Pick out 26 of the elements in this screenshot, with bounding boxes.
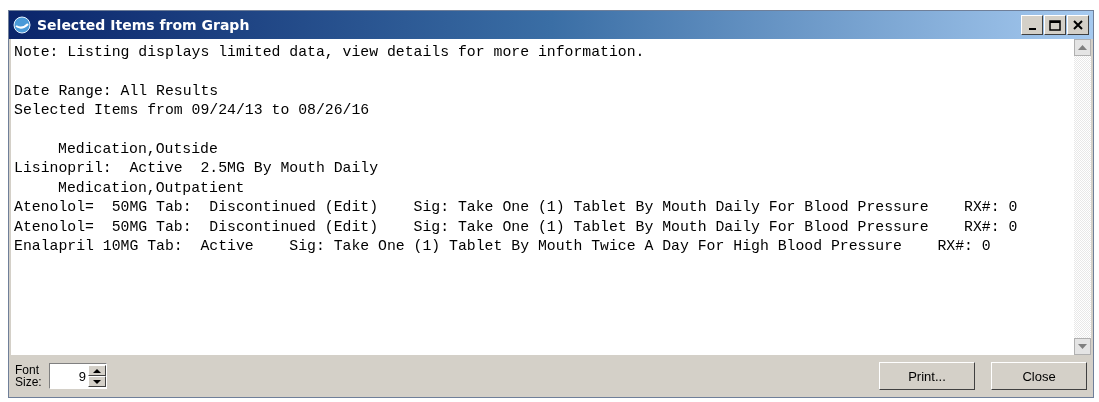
window-close-button[interactable] (1067, 15, 1089, 35)
scroll-up-icon[interactable] (1074, 39, 1091, 56)
close-button[interactable]: Close (991, 362, 1087, 390)
window-title: Selected Items from Graph (37, 17, 251, 33)
minimize-icon (1028, 28, 1036, 30)
spin-down-icon[interactable] (88, 376, 106, 387)
listing-line: Lisinopril: Active 2.5MG By Mouth Daily (14, 159, 380, 179)
font-size-spinner[interactable]: 9 (49, 363, 107, 389)
listing-line: Medication,Outpatient (57, 178, 246, 198)
app-globe-icon (13, 16, 31, 34)
listing-line: Date Range: All Results (14, 81, 220, 101)
listing-line: Enalapril 10MG Tab: Active Sig: Take One (1) Tablet By Mouth Twice A Day For High Blood Pressure RX#: 0 (14, 237, 992, 257)
listing-line: Atenolol= 50MG Tab: Discontinued (Edit) Sig: Take One (1) Tablet By Mouth Daily For Blood Pressure RX#: 0 (14, 198, 1019, 218)
close-icon (1073, 20, 1083, 30)
scroll-down-icon[interactable] (1074, 338, 1091, 355)
print-button[interactable]: Print... (879, 362, 975, 390)
scrollbar[interactable] (1074, 39, 1091, 355)
spin-up-icon[interactable] (88, 365, 106, 376)
minimize-button[interactable] (1021, 15, 1043, 35)
listing-line: Selected Items from 09/24/13 to 08/26/16 (14, 101, 371, 121)
listing-line: Medication,Outside (57, 140, 219, 159)
listing-line: Atenolol= 50MG Tab: Discontinued (Edit) Sig: Take One (1) Tablet By Mouth Daily For Blood Pressure RX#: 0 (14, 217, 1019, 237)
font-size-label: Font Size: (15, 364, 39, 388)
maximize-button[interactable] (1044, 15, 1066, 35)
listing-line: Note: Listing displays limited data, view details for more information. (14, 43, 646, 62)
maximize-icon (1049, 19, 1061, 31)
